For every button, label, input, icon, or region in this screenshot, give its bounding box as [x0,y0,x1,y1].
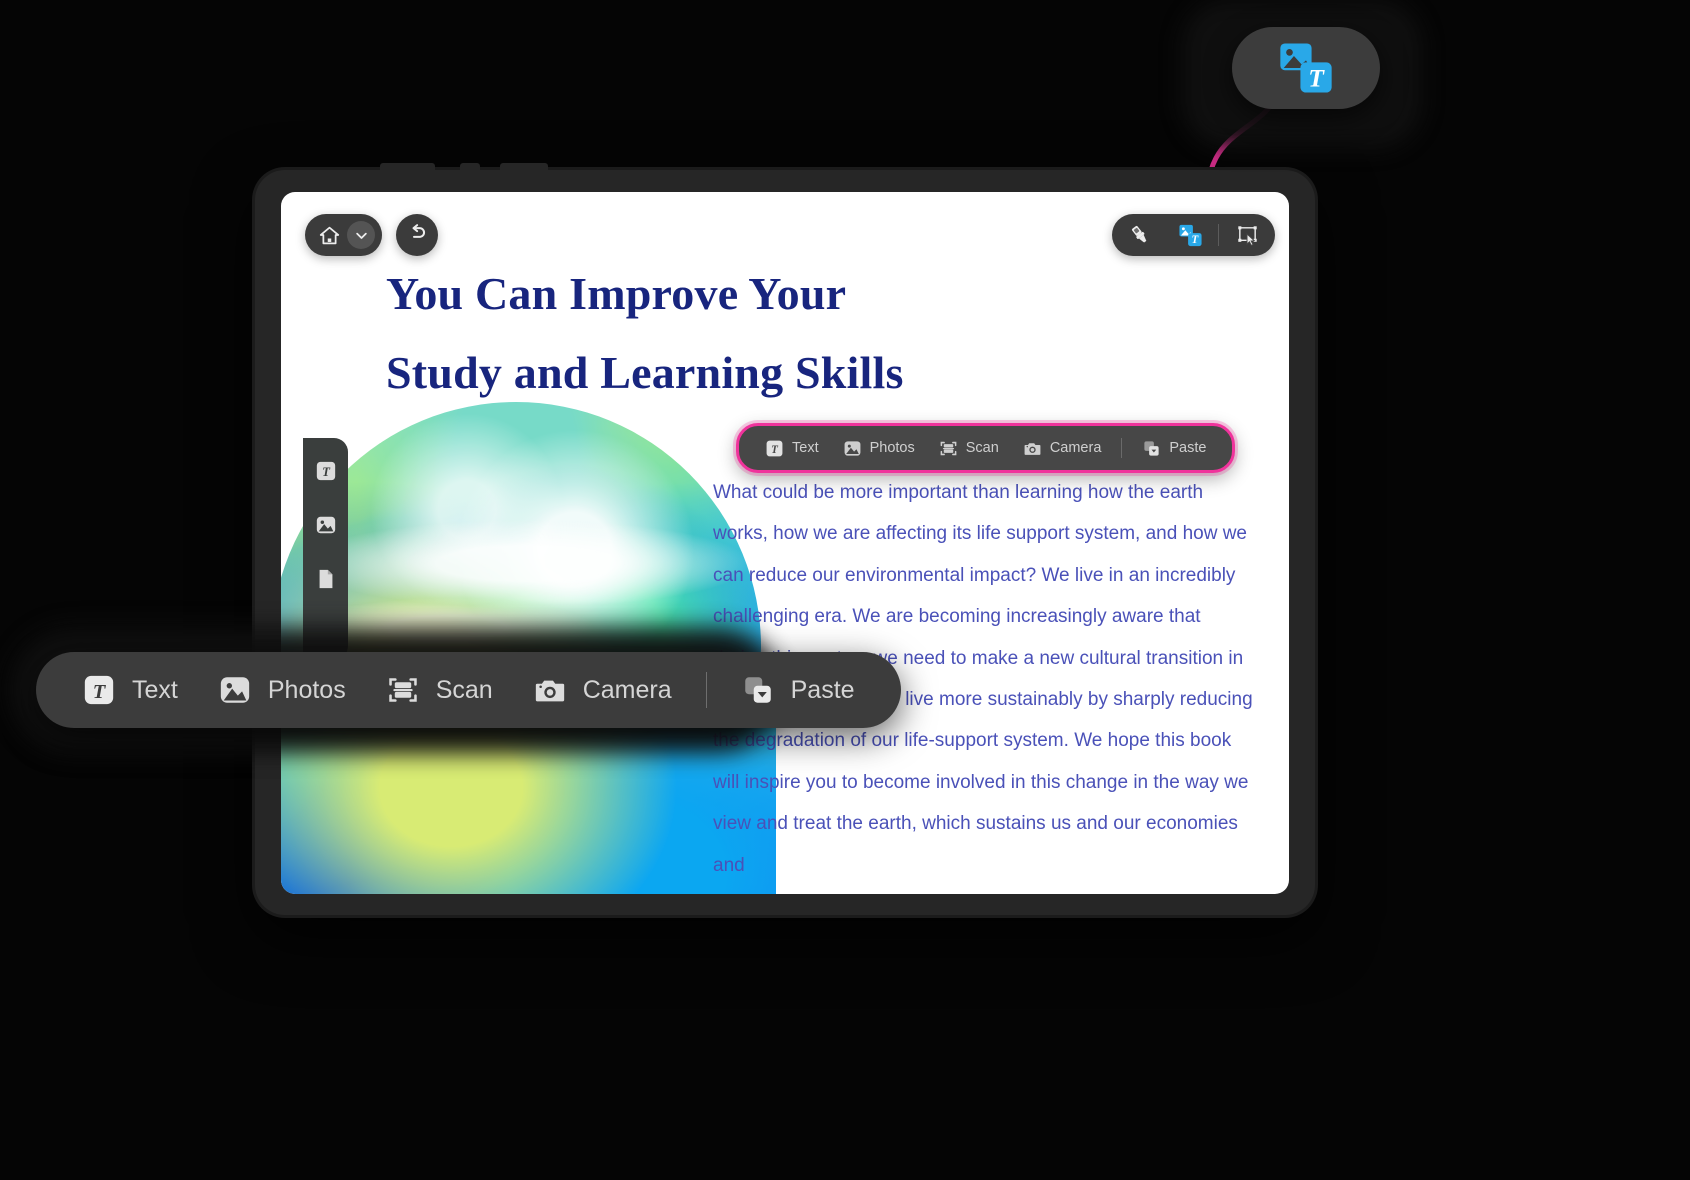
undo-button[interactable] [396,214,438,256]
callout-photos-label: Photos [267,675,346,704]
page-title-line-1: You Can Improve Your [386,268,847,319]
paste-icon [1144,440,1160,456]
image-icon [844,440,861,456]
top-right-tools: T [1112,214,1275,256]
insert-object-tool-zoom-callout[interactable]: T [1232,27,1380,109]
toolbar-divider [1218,224,1219,246]
text-icon: T [766,440,783,456]
tablet-device: You Can Improve Your Study and Learning … [255,163,1315,915]
text-icon: T [84,675,114,705]
home-icon[interactable] [315,221,343,249]
insert-camera-label: Camera [1049,440,1102,456]
callout-text-label: Text [132,675,178,704]
callout-scan-label: Scan [435,675,493,704]
callout-photos-button[interactable]: Photos [198,673,366,707]
svg-text:T: T [1308,63,1325,92]
insert-object-tool[interactable]: T [1168,218,1212,252]
insert-toolbar[interactable]: T Text Photos Scan Camera Paste [736,423,1236,473]
toolbar-divider [1121,438,1123,458]
camera-icon [1024,442,1041,455]
page-title-line-2: Study and Learning Skills [386,347,904,399]
svg-text:T: T [93,681,107,703]
device-nub [380,163,435,172]
insert-scan-button[interactable]: Scan [927,439,1011,458]
undo-icon [407,222,428,248]
device-nub [500,163,548,172]
scan-icon [388,678,417,702]
image-icon [220,677,250,703]
insert-toolbar-wrap: T Text Photos Scan Camera Paste [736,423,1236,473]
page-title: You Can Improve Your Study and Learning … [386,254,1086,412]
insert-paste-label: Paste [1169,440,1207,456]
tablet-screen: You Can Improve Your Study and Learning … [281,192,1289,894]
insert-camera-button[interactable]: Camera [1011,439,1114,458]
camera-icon [535,680,564,702]
insert-toolbar-zoom-callout[interactable]: T Text Photos Scan Camera Paste [36,652,901,728]
insert-image-text-icon: T [1178,224,1202,246]
top-left-controls [305,214,438,256]
callout-camera-label: Camera [582,675,672,704]
callout-camera-button[interactable]: Camera [513,673,692,707]
insert-text-button[interactable]: T Text [753,439,831,458]
callout-paste-button[interactable]: Paste [721,673,875,707]
document-icon[interactable] [315,568,337,590]
callout-text-button[interactable]: T Text [62,673,198,707]
paste-icon [744,677,771,703]
image-icon[interactable] [315,514,337,536]
callout-divider [705,672,707,708]
insert-photos-button[interactable]: Photos [831,439,927,458]
callout-scan-button[interactable]: Scan [366,673,513,707]
insert-paste-button[interactable]: Paste [1130,439,1218,458]
callout-paste-label: Paste [790,675,855,704]
chevron-down-icon[interactable] [347,221,375,249]
insert-image-text-icon: T [1280,43,1332,93]
insert-text-label: Text [792,440,819,456]
scan-icon [940,441,957,455]
select-lasso-icon[interactable] [1225,218,1269,252]
device-nub [460,163,480,172]
insert-photos-label: Photos [869,440,915,456]
text-icon[interactable]: T [315,460,337,482]
home-menu-pill[interactable] [305,214,382,256]
insert-scan-label: Scan [965,440,999,456]
marker-pen-icon[interactable] [1118,218,1162,252]
svg-text:T: T [322,465,331,479]
